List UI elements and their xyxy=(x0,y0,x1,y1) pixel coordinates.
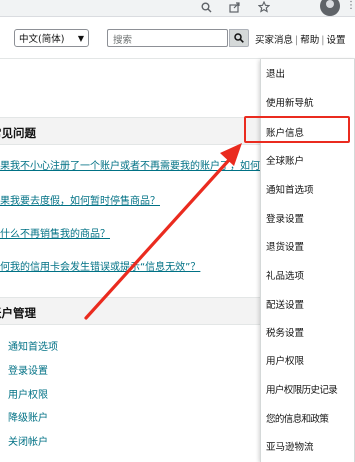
menu-item-login-settings[interactable]: 登录设置 xyxy=(266,211,304,225)
menu-item-fba[interactable]: 亚马逊物流 xyxy=(266,439,314,453)
search-input[interactable]: 搜索 xyxy=(107,29,228,47)
search-button[interactable] xyxy=(229,29,249,47)
menu-item-shipping-settings[interactable]: 配送设置 xyxy=(266,297,304,311)
language-select[interactable]: 中文(简体) ▼ xyxy=(14,29,89,47)
annotation-highlight-box xyxy=(244,116,350,143)
menu-item-logout[interactable]: 退出 xyxy=(266,66,285,80)
menu-item-tax-settings[interactable]: 税务设置 xyxy=(266,325,304,339)
faq-section-title: 常见问题 xyxy=(0,126,36,140)
browser-toolbar: ⋮ xyxy=(0,0,355,17)
more-icon[interactable]: ⋮ xyxy=(346,0,355,12)
search-icon xyxy=(234,33,244,43)
zoom-icon[interactable] xyxy=(198,0,214,14)
menu-item-global-accounts[interactable]: 全球账户 xyxy=(266,153,304,167)
menu-item-gift-options[interactable]: 礼品选项 xyxy=(266,268,304,282)
menu-item-new-navigation[interactable]: 使用新导航 xyxy=(266,95,314,109)
top-utility-bar: 中文(简体) ▼ 搜索 买家消息 | 帮助 | 设置 xyxy=(0,17,355,59)
chevron-down-icon: ▼ xyxy=(77,33,84,43)
language-select-value: 中文(简体) xyxy=(19,34,65,45)
menu-item-notification-prefs[interactable]: 通知首选项 xyxy=(266,182,314,196)
menu-item-return-settings[interactable]: 退货设置 xyxy=(266,239,304,253)
menu-item-user-permissions[interactable]: 用户权限 xyxy=(266,353,304,367)
search-placeholder: 搜索 xyxy=(113,35,133,46)
account-link-close[interactable]: 关闭帐户 xyxy=(8,433,48,448)
settings-link[interactable]: 设置 xyxy=(326,35,345,46)
menu-item-user-permissions-history[interactable]: 用户权限历史记录 xyxy=(266,382,338,396)
faq-link-close-account[interactable]: 如果我不小心注册了一个账户或者不再需要我的账户了，如何关闭 xyxy=(0,157,280,172)
account-link-login-settings[interactable]: 登录设置 xyxy=(8,362,48,377)
buyer-messages-link[interactable]: 买家消息 xyxy=(255,35,293,46)
profile-icon[interactable] xyxy=(320,0,340,16)
faq-link-credit-card[interactable]: 为何我的信用卡会发生错误或提示“信息无效”？ xyxy=(0,258,200,273)
menu-item-info-and-policies[interactable]: 您的信息和政策 xyxy=(266,411,329,425)
account-link-user-permissions[interactable]: 用户权限 xyxy=(8,386,48,401)
help-link[interactable]: 帮助 xyxy=(300,35,319,46)
top-links: 买家消息 | 帮助 | 设置 xyxy=(255,32,345,46)
share-icon[interactable] xyxy=(226,0,242,14)
account-link-notifications[interactable]: 通知首选项 xyxy=(8,338,58,353)
account-link-downgrade[interactable]: 降级账户 xyxy=(8,409,48,424)
star-icon[interactable] xyxy=(256,0,272,14)
faq-link-not-selling[interactable]: 为什么不再销售我的商品？ xyxy=(0,225,110,240)
account-section-title: 账户管理 xyxy=(0,306,36,320)
faq-link-vacation[interactable]: 如果我要去度假，如何暂时停售商品？ xyxy=(0,192,160,207)
